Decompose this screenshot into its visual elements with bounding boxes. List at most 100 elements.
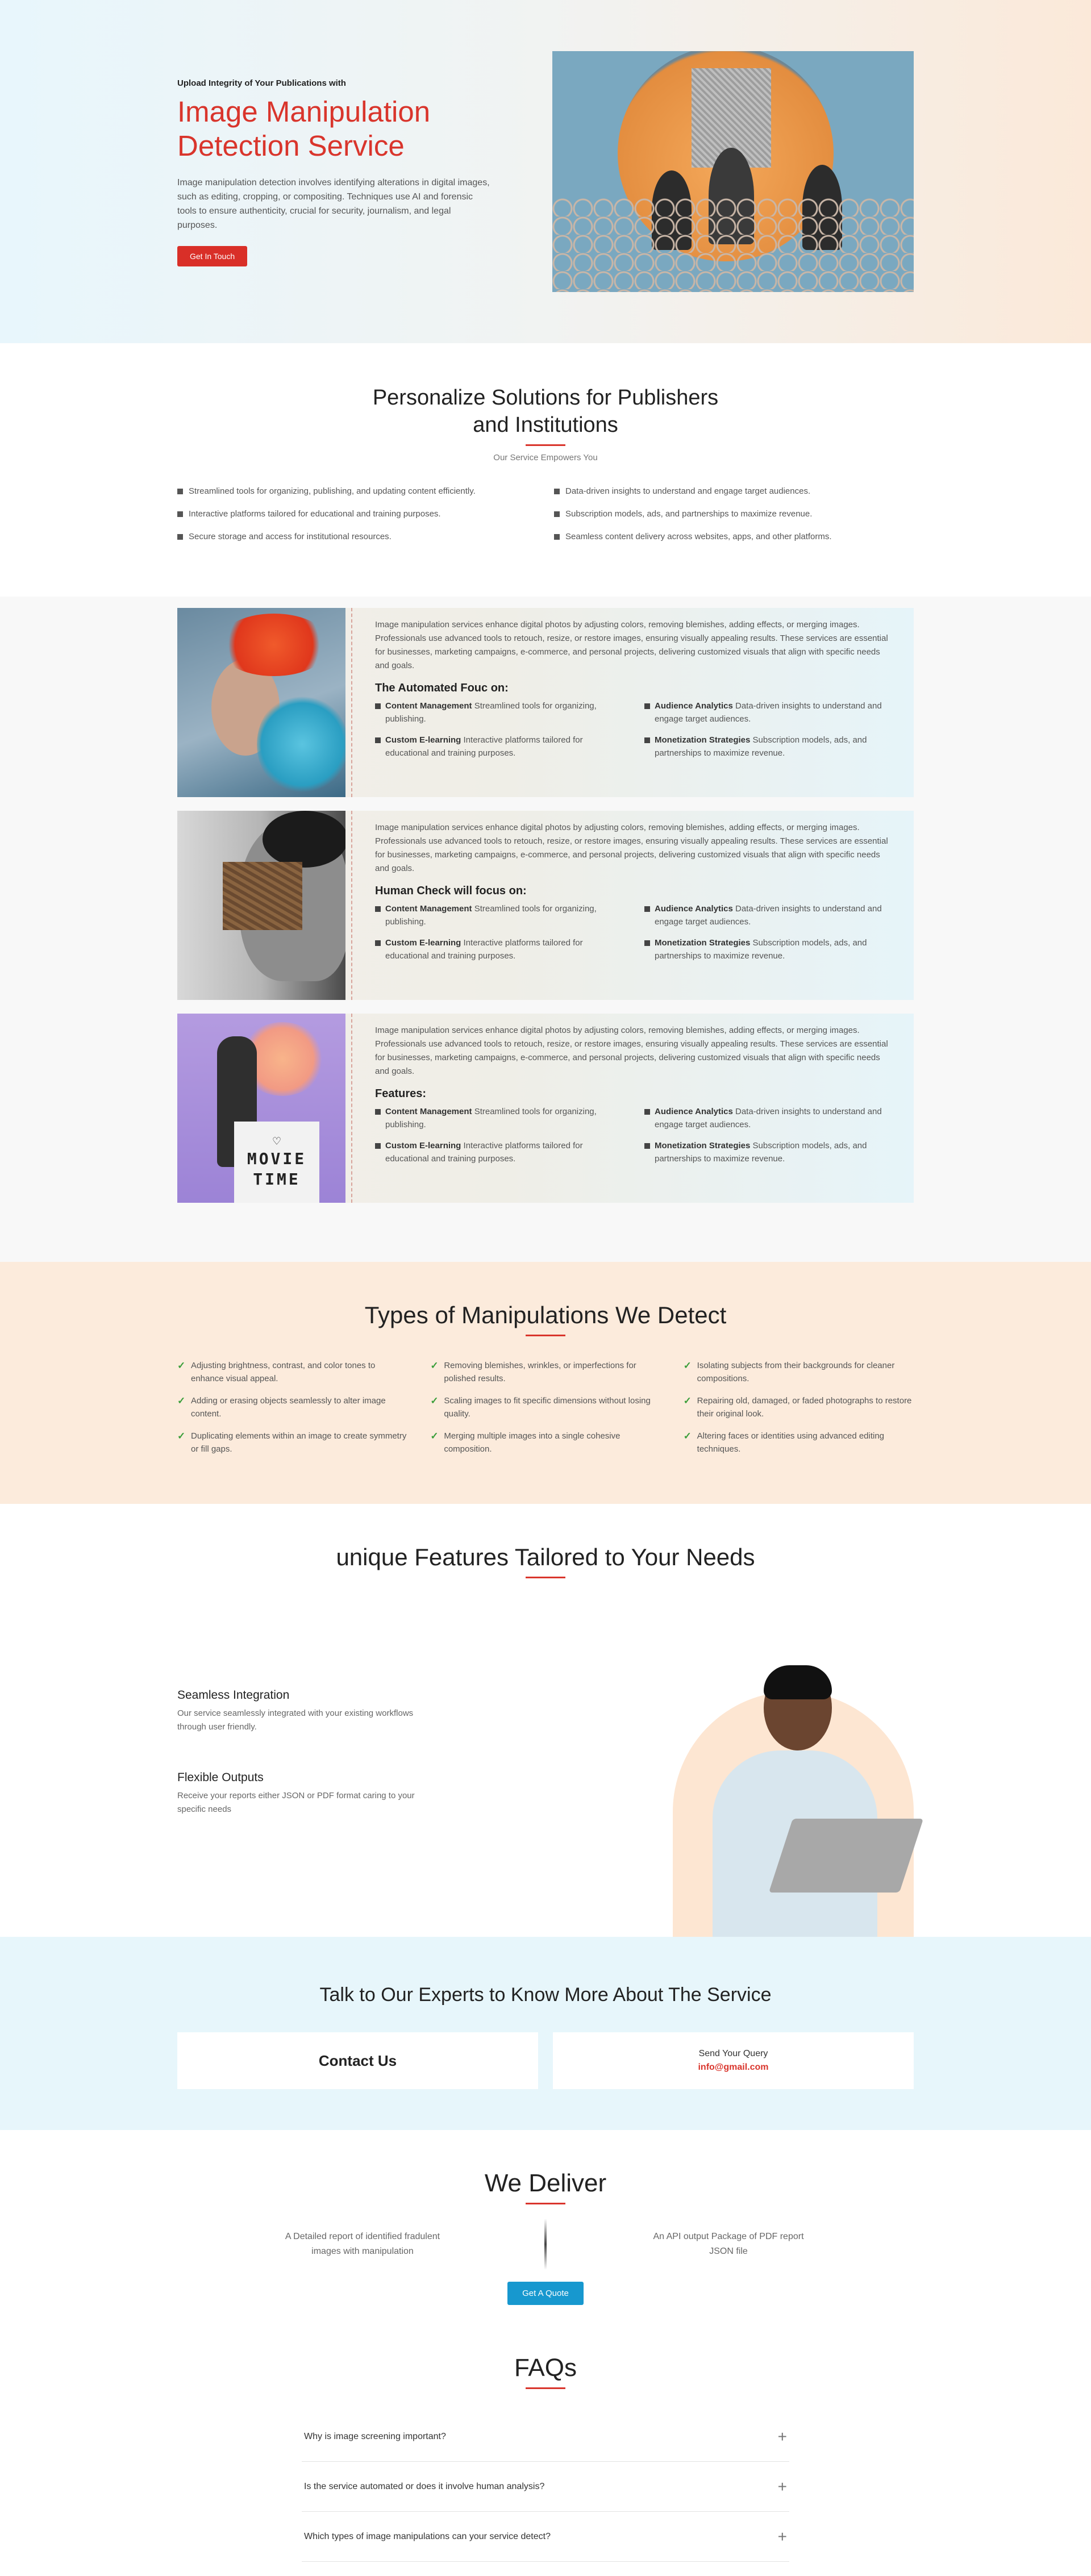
man-with-laptop-image — [673, 1665, 924, 1937]
check-icon: ✓ — [177, 1360, 186, 1371]
get-in-touch-button[interactable]: Get In Touch — [177, 246, 248, 266]
list-item: ✓ Merging multiple images into a single c… — [430, 1429, 660, 1456]
feature-card: ♡ MOVIE TIME Image manipulation services… — [177, 1014, 914, 1203]
laptop — [768, 1819, 924, 1893]
send-query-box: Send Your Query info@gmail.com — [553, 2032, 914, 2089]
heart-icon: ♡ — [273, 1135, 281, 1149]
feature-title: Content Management — [385, 1107, 472, 1116]
faq-item[interactable]: Which types of image manipulations can y… — [302, 2512, 789, 2562]
unique-features-section: unique Features Tailored to Your Needs S… — [0, 1504, 1091, 1937]
list-item: ✓ Adding or erasing objects seamlessly to… — [177, 1394, 407, 1420]
check-icon: ✓ — [177, 1431, 186, 1441]
title-underline — [526, 2203, 565, 2204]
list-item: Data-driven insights to understand and e… — [554, 486, 914, 497]
card-feature: Custom E-learning Interactive platforms … — [375, 1139, 625, 1165]
card-feature: Custom E-learning Interactive platforms … — [375, 936, 625, 962]
card-heading: Human Check will focus on: — [375, 885, 527, 897]
list-item: ✓ Adjusting brightness, contrast, and col… — [177, 1359, 407, 1385]
list-item: ✓ Duplicating elements within an image to… — [177, 1429, 407, 1456]
card-feature: Custom E-learning Interactive platforms … — [375, 733, 625, 760]
plus-icon[interactable]: + — [778, 2428, 787, 2446]
card-feature: Monetization Strategies Subscription mod… — [644, 733, 894, 760]
deliver-row: A Detailed report of identified fradulen… — [177, 2210, 914, 2278]
faq-question: Which types of image manipulations can y… — [304, 2531, 551, 2541]
card-description: Image manipulation services enhance digi… — [375, 1026, 888, 1076]
personalize-title: Personalize Solutions for Publishers and… — [372, 386, 719, 437]
card-image-flower-man — [177, 608, 345, 797]
feature-title: Audience Analytics — [655, 701, 733, 711]
get-a-quote-button[interactable]: Get A Quote — [507, 2282, 584, 2305]
list-item-text: Removing blemishes, wrinkles, or imperfe… — [444, 1361, 636, 1383]
list-item-text: Adjusting brightness, contrast, and colo… — [191, 1361, 376, 1383]
unique-title: unique Features Tailored to Your Needs — [336, 1544, 755, 1570]
faq-list: Why is image screening important? + Is t… — [302, 2412, 789, 2562]
contact-us-label: Contact Us — [318, 2052, 397, 2069]
card-feature: Audience Analytics Data-driven insights … — [644, 902, 894, 928]
feature-title: Content Management — [385, 701, 472, 711]
list-item: Streamlined tools for organizing, publis… — [177, 486, 537, 497]
unique-feature-title: Flexible Outputs — [177, 1771, 264, 1784]
list-item: ✓ Altering faces or identities using adva… — [684, 1429, 914, 1456]
title-underline — [526, 1335, 565, 1336]
list-item-text: Adding or erasing objects seamlessly to … — [191, 1396, 386, 1419]
feature-title: Content Management — [385, 904, 472, 914]
plus-icon[interactable]: + — [778, 2478, 787, 2496]
card-body: Image manipulation services enhance digi… — [352, 811, 914, 1000]
unique-feature-text: Receive your reports either JSON or PDF … — [177, 1791, 415, 1814]
title-underline — [526, 2387, 565, 2389]
list-item: Interactive platforms tailored for educa… — [177, 509, 537, 519]
list-item: ✓ Scaling images to fit specific dimensio… — [430, 1394, 660, 1420]
card-image-movie-time: ♡ MOVIE TIME — [177, 1014, 345, 1203]
faq-title: FAQs — [514, 2354, 577, 2382]
contact-us-box[interactable]: Contact Us — [177, 2032, 538, 2089]
card-image-profile — [177, 811, 345, 1000]
card-feature-grid: Content Management Streamlined tools for… — [375, 1105, 894, 1165]
rock-texture — [223, 862, 302, 930]
hero-section: Upload Integrity of Your Publications wi… — [0, 0, 1091, 343]
types-list: ✓ Adjusting brightness, contrast, and col… — [177, 1359, 914, 1456]
check-icon: ✓ — [683, 1431, 692, 1441]
check-icon: ✓ — [430, 1395, 439, 1406]
list-item: ✓ Removing blemishes, wrinkles, or imperf… — [430, 1359, 660, 1385]
hair-shape — [263, 811, 345, 868]
faq-section: FAQs Why is image screening important? +… — [0, 2332, 1091, 2562]
list-item: ✓ Isolating subjects from their backgroun… — [684, 1359, 914, 1385]
check-icon: ✓ — [683, 1395, 692, 1406]
unique-feature-title: Seamless Integration — [177, 1689, 290, 1702]
feature-cards-section: Image manipulation services enhance digi… — [0, 597, 1091, 1262]
unique-feature-item: Seamless Integration Our service seamles… — [177, 1689, 416, 1734]
personalize-list: Streamlined tools for organizing, publis… — [177, 486, 914, 542]
talk-boxes: Contact Us Send Your Query info@gmail.co… — [177, 2032, 914, 2089]
faq-question: Is the service automated or does it invo… — [304, 2481, 545, 2491]
personalize-subtitle: Our Service Empowers You — [493, 453, 598, 462]
types-section: Types of Manipulations We Detect ✓ Adjust… — [0, 1262, 1091, 1504]
card-feature-grid: Content Management Streamlined tools for… — [375, 902, 894, 962]
check-icon: ✓ — [177, 1395, 186, 1406]
email-link[interactable]: info@gmail.com — [698, 2062, 768, 2073]
faq-item[interactable]: Why is image screening important? + — [302, 2412, 789, 2462]
deliver-divider — [544, 2219, 547, 2270]
feature-title: Custom E-learning — [385, 938, 461, 948]
hero-kicker: Upload Integrity of Your Publications wi… — [177, 78, 346, 88]
list-item-text: Duplicating elements within an image to … — [191, 1431, 407, 1454]
hero-fence — [552, 198, 914, 292]
feature-title: Custom E-learning — [385, 735, 461, 745]
personalize-section: Personalize Solutions for Publishers and… — [0, 343, 1091, 597]
card-body: Image manipulation services enhance digi… — [352, 608, 914, 797]
list-item-text: Altering faces or identities using advan… — [697, 1431, 885, 1454]
feature-card: Image manipulation services enhance digi… — [177, 608, 914, 797]
hero-description: Image manipulation detection involves id… — [177, 178, 490, 230]
plus-icon[interactable]: + — [778, 2528, 787, 2546]
feature-title: Monetization Strategies — [655, 938, 751, 948]
check-icon: ✓ — [683, 1360, 692, 1371]
faq-item[interactable]: Is the service automated or does it invo… — [302, 2462, 789, 2512]
unique-feature-item: Flexible Outputs Receive your reports ei… — [177, 1771, 416, 1816]
feature-title: Custom E-learning — [385, 1141, 461, 1151]
list-item: Subscription models, ads, and partnershi… — [554, 509, 914, 519]
unique-feature-text: Our service seamlessly integrated with y… — [177, 1708, 414, 1732]
feature-card: Image manipulation services enhance digi… — [177, 811, 914, 1000]
man-hair — [764, 1665, 832, 1699]
send-query-label: Send Your Query — [698, 2049, 768, 2058]
feature-title: Audience Analytics — [655, 904, 733, 914]
check-icon: ✓ — [430, 1360, 439, 1371]
